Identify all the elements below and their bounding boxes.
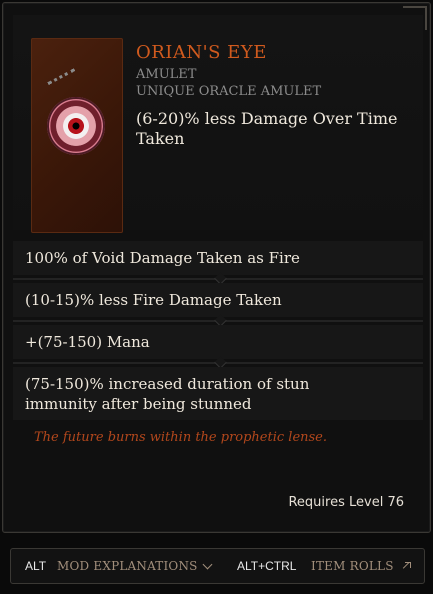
item-rolls-label: Item Rolls <box>311 559 394 573</box>
tooltip-footer: ALT Mod Explanations ALT+CTRL Item Rolls <box>10 548 425 584</box>
mod-line: 100% of Void Damage Taken as Fire <box>13 241 423 275</box>
alt-ctrl-key-hint: ALT+CTRL <box>237 559 297 573</box>
item-image <box>31 38 123 233</box>
item-subtype: Unique Oracle Amulet <box>136 84 322 99</box>
mod-line: (75-150)% increased duration of stun imm… <box>13 367 423 420</box>
mod-divider <box>13 278 423 280</box>
alt-key-hint: ALT <box>25 559 47 573</box>
mod-text: (10-15)% less Fire Damage Taken <box>25 291 282 309</box>
mod-divider <box>13 362 423 364</box>
item-tooltip-frame: Orian's Eye Amulet Unique Oracle Amulet … <box>2 2 431 533</box>
mod-text: 100% of Void Damage Taken as Fire <box>25 249 300 267</box>
explicit-mods: 100% of Void Damage Taken as Fire (10-15… <box>13 241 423 423</box>
arrow-up-right-icon <box>400 561 411 571</box>
mod-line: +(75-150) Mana <box>13 325 423 359</box>
chevron-down-icon <box>202 559 213 570</box>
item-base-type: Amulet <box>136 67 197 82</box>
item-rolls-button[interactable]: Item Rolls <box>311 559 411 573</box>
mod-explanations-button[interactable]: Mod Explanations <box>57 559 213 573</box>
level-requirement: Requires Level 76 <box>288 495 404 510</box>
mod-divider <box>13 320 423 322</box>
mod-text: (75-150)% increased duration of stun imm… <box>25 375 310 413</box>
flavor-text: The future burns within the prophetic le… <box>34 430 328 445</box>
mod-text: +(75-150) Mana <box>25 333 150 351</box>
mod-line: (10-15)% less Fire Damage Taken <box>13 283 423 317</box>
implicit-mod: (6-20)% less Damage Over Time Taken <box>136 109 398 148</box>
eye-amulet-icon <box>47 97 105 155</box>
mod-explanations-label: Mod Explanations <box>57 559 198 573</box>
item-name: Orian's Eye <box>136 42 267 63</box>
